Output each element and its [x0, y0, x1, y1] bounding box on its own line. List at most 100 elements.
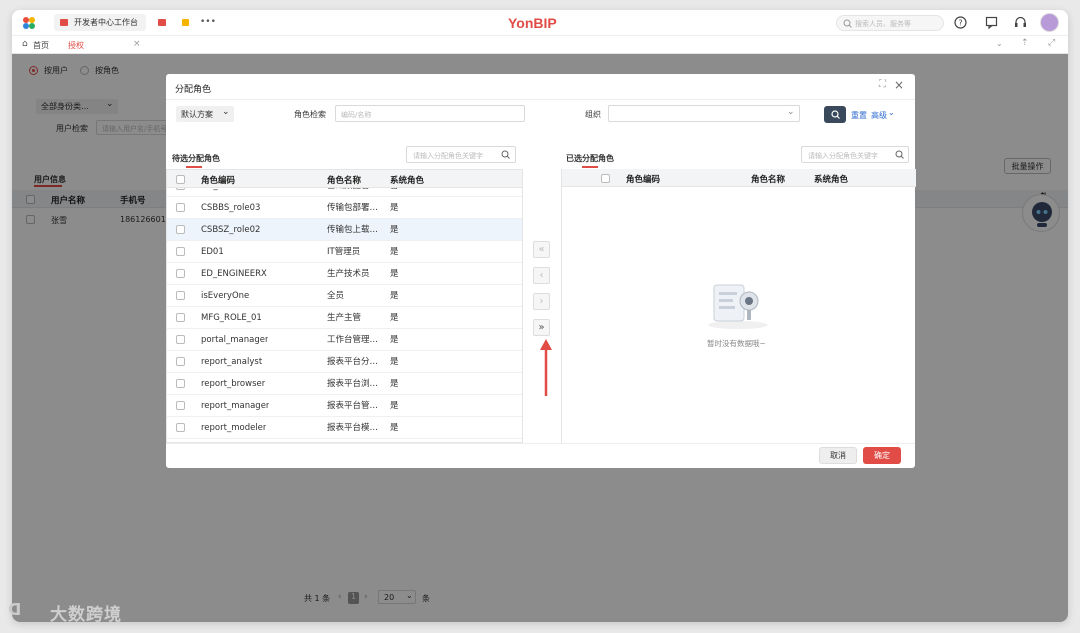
tab-home[interactable]: 首页 [33, 40, 49, 51]
tab-authorization[interactable]: 授权 [68, 40, 84, 51]
row-checkbox[interactable] [176, 379, 185, 388]
advanced-link[interactable]: 高级 [871, 110, 887, 121]
row-system-role: 是 [390, 225, 399, 235]
help-icon[interactable]: ? [954, 16, 967, 29]
row-system-role: 是 [390, 203, 399, 213]
chevron-down-icon: ⌄ [222, 107, 230, 117]
app-launcher-icon[interactable] [22, 16, 36, 30]
table-row[interactable]: portal_manager 工作台管理… 是 [167, 329, 522, 351]
table-row[interactable]: report_modeler 报表平台模… 是 [167, 417, 522, 439]
table-row[interactable]: MFG_ROLE_01 生产主管 是 [167, 307, 522, 329]
fullscreen-icon[interactable]: ⤢ [1048, 38, 1055, 48]
row-role-code: report_modeler [201, 423, 267, 433]
row-role-name: 全员 [327, 291, 345, 301]
dialog-footer-divider [166, 443, 915, 444]
search-button[interactable] [824, 106, 846, 123]
app-icon-red[interactable] [158, 19, 166, 26]
row-checkbox[interactable] [176, 203, 185, 212]
row-system-role: 是 [390, 269, 399, 279]
row-checkbox[interactable] [176, 313, 185, 322]
scheme-select[interactable]: 默认方案 ⌄ [176, 106, 234, 122]
row-checkbox[interactable] [176, 401, 185, 410]
select-all-checkbox[interactable] [601, 174, 610, 183]
top-bar: 开发者中心工作台 ••• YonBIP 搜索人员、服务等 ? [12, 10, 1068, 36]
table-row[interactable]: ED01 IT管理员 是 [167, 241, 522, 263]
row-role-code: portal_manager [201, 335, 269, 345]
global-search-placeholder: 搜索人员、服务等 [855, 20, 911, 28]
empty-data-icon [708, 284, 768, 329]
maximize-icon[interactable]: ⛶ [879, 79, 886, 90]
row-checkbox[interactable] [176, 357, 185, 366]
row-role-name: 生产主管 [327, 313, 362, 323]
row-role-name: IT管理员 [327, 247, 361, 257]
row-system-role: 是 [390, 247, 399, 257]
table-row[interactable]: isEveryOne 全员 是 [167, 285, 522, 307]
headset-icon[interactable] [1014, 16, 1027, 29]
column-role-name: 角色名称 [751, 175, 786, 185]
confirm-button[interactable]: 确定 [863, 447, 901, 464]
row-role-name: 报表平台浏… [327, 379, 379, 389]
search-icon [843, 19, 852, 28]
yonbip-logo: YonBIP [508, 15, 557, 31]
cancel-button-label: 取消 [830, 451, 846, 460]
svg-text:?: ? [958, 19, 962, 28]
table-row[interactable]: report_analyst 报表平台分… 是 [167, 351, 522, 373]
row-role-name: 生产技术员 [327, 269, 370, 279]
tab-close-icon[interactable]: × [133, 39, 141, 49]
role-search-input[interactable]: 编码/名称 [335, 105, 525, 122]
table-row[interactable]: ED_ENGINEERX 生产技术员 是 [167, 263, 522, 285]
row-role-code: CSBSZ_role02 [201, 225, 261, 235]
global-search-input[interactable]: 搜索人员、服务等 [836, 15, 944, 31]
available-roles-search[interactable]: 请输入分配角色关键字 [406, 146, 516, 163]
column-system-role: 系统角色 [390, 176, 425, 186]
cancel-button[interactable]: 取消 [819, 447, 857, 464]
row-checkbox[interactable] [176, 291, 185, 300]
row-role-name: 传输包部署… [327, 203, 379, 213]
row-role-code: isEveryOne [201, 291, 250, 301]
row-role-code: report_analyst [201, 357, 263, 367]
chevron-down-icon[interactable]: ⌄ [996, 39, 1003, 48]
row-role-name: 报表平台分… [327, 357, 379, 367]
dialog-header-divider [166, 99, 915, 100]
confirm-button-label: 确定 [874, 451, 890, 460]
row-checkbox[interactable] [176, 225, 185, 234]
selected-roles-search[interactable]: 请输入分配角色关键字 [801, 146, 909, 163]
home-icon: ⌂ [22, 39, 28, 49]
remove-all-button[interactable]: « [533, 241, 550, 258]
remove-button[interactable]: ‹ [533, 267, 550, 284]
row-checkbox[interactable] [176, 269, 185, 278]
row-system-role: 是 [390, 401, 399, 411]
row-role-code: report_manager [201, 401, 270, 411]
table-row[interactable]: report_manager 报表平台管… 是 [167, 395, 522, 417]
close-icon[interactable]: × [894, 78, 904, 92]
workbench-tab[interactable]: 开发者中心工作台 [54, 14, 146, 31]
row-system-role: 是 [390, 357, 399, 367]
red-arrow-annotation [540, 339, 552, 396]
row-checkbox[interactable] [176, 247, 185, 256]
user-avatar[interactable] [1040, 13, 1059, 32]
workbench-tab-label: 开发者中心工作台 [74, 18, 138, 27]
app-icon-yellow[interactable] [182, 19, 189, 26]
add-button[interactable]: › [533, 293, 550, 310]
chevron-down-icon: ⌄ [787, 107, 795, 117]
selected-roles-underline [582, 166, 598, 168]
search-icon [501, 150, 510, 159]
select-all-checkbox[interactable] [176, 175, 185, 184]
more-icon[interactable]: ••• [200, 17, 216, 27]
row-checkbox[interactable] [176, 335, 185, 344]
table-row[interactable]: CSBBS_role03 传输包部署… 是 [167, 197, 522, 219]
org-select[interactable]: ⌄ [608, 105, 800, 122]
row-role-name: 传输包上载… [327, 225, 379, 235]
add-all-button[interactable]: » [533, 319, 550, 336]
message-icon[interactable] [985, 16, 998, 29]
row-role-code: ED01 [201, 247, 224, 257]
selected-roles-header: 角色编码 角色名称 系统角色 [562, 169, 916, 187]
upload-icon[interactable]: ⇡ [1021, 38, 1029, 48]
row-role-name: 报表平台管… [327, 401, 379, 411]
row-checkbox[interactable] [176, 423, 185, 432]
reset-link[interactable]: 重置 [851, 110, 867, 121]
table-row[interactable]: report_browser 报表平台浏… 是 [167, 373, 522, 395]
watermark-logo-icon: ᗡ [8, 600, 22, 619]
table-row[interactable]: CSBSZ_role02 传输包上载… 是 [167, 219, 522, 241]
available-roles-underline [186, 166, 202, 168]
